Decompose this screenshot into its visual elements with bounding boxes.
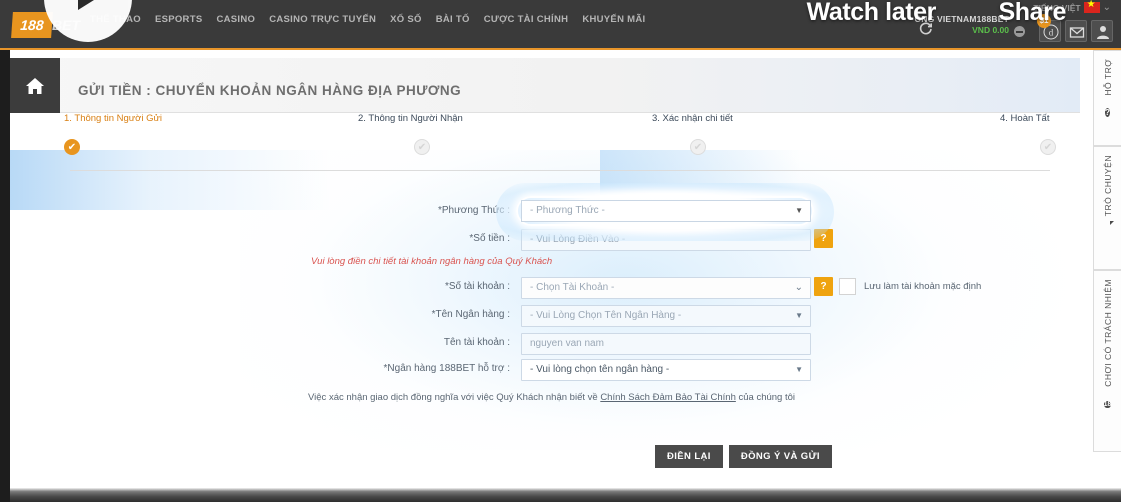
supported-bank-select-wrap: - Vui lòng chọn tên ngân hàng - ▼ bbox=[521, 359, 811, 381]
save-default-checkbox[interactable] bbox=[839, 278, 856, 295]
supported-bank-value: - Vui lòng chọn tên ngân hàng - bbox=[530, 364, 670, 375]
terms-prefix: Việc xác nhận giao dịch đồng nghĩa với v… bbox=[308, 392, 601, 403]
question-circle-icon: ? bbox=[1105, 107, 1110, 117]
method-label: *Phương Thức : bbox=[437, 205, 510, 216]
financial-policy-link[interactable]: Chính Sách Đảm Bảo Tài Chính bbox=[600, 392, 736, 403]
sidebar-tab-chat-label: TRÒ CHUYỆN bbox=[1102, 155, 1113, 217]
account-info: ÔNG VIETNAM188BET VND 0.00 bbox=[914, 14, 1009, 35]
field-row-account-name: Tên tài khoản : bbox=[190, 337, 510, 359]
sidebar-tab-responsible-gaming-label: CHƠI CÓ TRÁCH NHIỆM bbox=[1102, 279, 1113, 387]
sidebar-tab-responsible-gaming[interactable]: CHƠI CÓ TRÁCH NHIỆM 18 bbox=[1093, 270, 1121, 452]
top-navigation-bar: 188 BET THỂ THAO ESPORTS CASINO CASINO T… bbox=[0, 0, 1121, 50]
nav-item-bai-to[interactable]: BÀI TỐ bbox=[436, 14, 470, 25]
nav-item-casino-truc-tuyen[interactable]: CASINO TRỰC TUYẾN bbox=[269, 14, 376, 25]
amount-placeholder: - Vui Lòng Điền Vào - bbox=[530, 234, 626, 245]
method-select-highlighted-value: - Phương Thức - bbox=[530, 205, 605, 216]
bank-name-select-wrap: - Vui Lòng Chọn Tên Ngân Hàng - ▼ bbox=[521, 305, 811, 327]
account-balance: VND 0.00 bbox=[972, 25, 1009, 35]
amount-input[interactable]: - Vui Lòng Điền Vào - bbox=[521, 229, 811, 251]
field-row-supported-bank: *Ngân hàng 188BET hỗ trợ : bbox=[190, 363, 510, 385]
field-row-account-no: *Số tài khoản : bbox=[190, 281, 510, 303]
chevron-down-icon: ▼ bbox=[795, 365, 803, 374]
amount-help-button[interactable]: ? bbox=[814, 229, 833, 248]
language-selector[interactable]: TIẾNG VIỆT ⌄ bbox=[1033, 0, 1111, 13]
minus-circle-icon[interactable] bbox=[1014, 26, 1025, 37]
amount-input-wrap: - Vui Lòng Điền Vào - bbox=[521, 229, 811, 251]
user-icon-button[interactable] bbox=[1091, 20, 1113, 42]
deposit-badge: $1 bbox=[1037, 14, 1051, 28]
age-18-icon: 18 bbox=[1103, 400, 1112, 408]
mail-icon-button[interactable] bbox=[1065, 20, 1087, 42]
nav-item-khuyen-mai[interactable]: KHUYẾN MÃI bbox=[582, 14, 645, 25]
field-row-method: *Phương Thức : bbox=[190, 205, 510, 227]
bank-name-label: *Tên Ngân hàng : bbox=[431, 309, 510, 320]
logo-number: 188 bbox=[11, 12, 53, 38]
supported-bank-select[interactable]: - Vui lòng chọn tên ngân hàng - ▼ bbox=[521, 359, 811, 381]
account-name-input-wrap: nguyen van nam bbox=[521, 333, 811, 355]
main-menu: THỂ THAO ESPORTS CASINO CASINO TRỰC TUYẾ… bbox=[90, 14, 645, 25]
error-message: Vui lòng điền chi tiết tài khoản ngân hà… bbox=[311, 256, 553, 267]
form-actions: ĐIỀN LẠI ĐỒNG Ý VÀ GỬI bbox=[655, 445, 832, 468]
chevron-down-icon: ▼ bbox=[795, 311, 803, 320]
nav-item-casino[interactable]: CASINO bbox=[216, 14, 255, 25]
left-letterbox bbox=[0, 0, 10, 502]
account-name-label: Tên tài khoản : bbox=[443, 337, 510, 348]
right-sidebar: HỖ TRỢ ? TRÒ CHUYỆN CHƠI CÓ TRÁCH NHIỆM … bbox=[1093, 50, 1121, 460]
submit-button[interactable]: ĐỒNG Ý VÀ GỬI bbox=[728, 445, 832, 468]
reset-button[interactable]: ĐIỀN LẠI bbox=[655, 445, 723, 468]
amount-label: *Số tiền : bbox=[469, 233, 510, 244]
chevron-down-icon: ⌄ bbox=[1102, 2, 1111, 13]
account-no-help-button[interactable]: ? bbox=[814, 277, 833, 296]
nav-item-xo-so[interactable]: XỔ SỐ bbox=[390, 14, 422, 25]
chevron-down-icon: ⌄ bbox=[794, 282, 803, 293]
language-label: TIẾNG VIỆT bbox=[1033, 2, 1081, 13]
save-default-label: Lưu làm tài khoản mặc định bbox=[864, 281, 982, 292]
bank-name-value: - Vui Lòng Chọn Tên Ngân Hàng - bbox=[530, 310, 682, 321]
supported-bank-label: *Ngân hàng 188BET hỗ trợ : bbox=[383, 363, 510, 374]
bank-name-select[interactable]: - Vui Lòng Chọn Tên Ngân Hàng - ▼ bbox=[521, 305, 811, 327]
sidebar-tab-support-label: HỖ TRỢ bbox=[1102, 59, 1113, 96]
field-row-amount: *Số tiền : bbox=[190, 233, 510, 255]
vietnam-flag-icon bbox=[1083, 0, 1100, 13]
terms-text: Việc xác nhận giao dịch đồng nghĩa với v… bbox=[308, 390, 808, 405]
nav-item-cuoc-tai-chinh[interactable]: CƯỢC TÀI CHÍNH bbox=[484, 14, 569, 25]
nav-item-esports[interactable]: ESPORTS bbox=[155, 14, 203, 25]
sidebar-tab-chat[interactable]: TRÒ CHUYỆN bbox=[1093, 146, 1121, 270]
account-no-value: - Chọn Tài Khoản - bbox=[530, 282, 615, 293]
chevron-down-icon: ▼ bbox=[795, 206, 803, 215]
account-no-select[interactable]: - Chọn Tài Khoản - ⌄ bbox=[521, 277, 811, 299]
account-name: ÔNG VIETNAM188BET bbox=[914, 14, 1009, 24]
deposit-icon-button[interactable]: $1 d bbox=[1037, 14, 1061, 42]
sidebar-tab-support[interactable]: HỖ TRỢ ? bbox=[1093, 50, 1121, 146]
deposit-form: *Phương Thức : - Phương Thức - ▼ *Số tiề… bbox=[0, 0, 1121, 502]
bottom-bar bbox=[0, 488, 1121, 502]
account-no-select-wrap: - Chọn Tài Khoản - ⌄ bbox=[521, 277, 811, 299]
method-select-highlighted[interactable]: - Phương Thức - ▼ bbox=[521, 200, 811, 222]
header-action-buttons: $1 d bbox=[1037, 14, 1113, 42]
terms-suffix: của chúng tôi bbox=[735, 392, 796, 403]
field-row-bank-name: *Tên Ngân hàng : bbox=[190, 309, 510, 331]
account-no-label: *Số tài khoản : bbox=[444, 281, 510, 292]
account-name-value: nguyen van nam bbox=[530, 338, 604, 349]
page-root: 188 BET THỂ THAO ESPORTS CASINO CASINO T… bbox=[0, 0, 1121, 502]
svg-text:d: d bbox=[1049, 28, 1054, 38]
account-name-input[interactable]: nguyen van nam bbox=[521, 333, 811, 355]
